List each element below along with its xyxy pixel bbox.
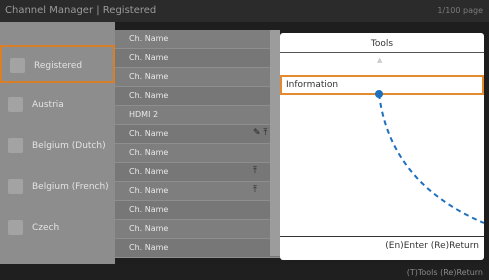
checkbox-icon[interactable] xyxy=(8,97,23,112)
country-label: Belgium (French) xyxy=(32,182,109,192)
popup-key-hints: (En)Enter (Re)Return xyxy=(385,241,479,251)
page-title: Channel Manager | Registered xyxy=(5,5,157,16)
channel-name: Ch. Name xyxy=(129,91,169,100)
country-item-czech[interactable]: Czech xyxy=(0,209,115,247)
channel-name: Ch. Name xyxy=(129,243,169,252)
channel-name: HDMI 2 xyxy=(129,110,159,119)
country-item-belgium-dutch[interactable]: Belgium (Dutch) xyxy=(0,127,115,165)
tools-popup: Tools ▲ Information (En)Enter (Re)Return xyxy=(280,33,484,260)
channel-row[interactable]: Ch. Name xyxy=(115,30,280,49)
channel-row[interactable]: Ch. Name xyxy=(115,68,280,87)
country-label: Austria xyxy=(32,100,64,110)
channel-name: Ch. Name xyxy=(129,186,169,195)
channel-name: Ch. Name xyxy=(129,148,169,157)
channel-row[interactable]: Ch. Name xyxy=(115,239,280,258)
channel-row[interactable]: Ch. Name xyxy=(115,144,280,163)
country-item-austria[interactable]: Austria xyxy=(0,86,115,124)
country-item-registered[interactable]: Registered xyxy=(0,45,115,83)
channel-row[interactable]: Ch. Name xyxy=(115,87,280,106)
channel-name: Ch. Name xyxy=(129,34,169,43)
channel-name: Ch. Name xyxy=(129,53,169,62)
channel-row[interactable]: Ch. Name xyxy=(115,49,280,68)
channel-name: Ch. Name xyxy=(129,167,169,176)
channel-list-edge xyxy=(270,30,280,256)
checkbox-icon[interactable] xyxy=(8,220,23,235)
checkbox-icon[interactable] xyxy=(8,138,23,153)
channel-row[interactable]: Ch. Name xyxy=(115,201,280,220)
channel-row[interactable]: Ch. Name ⤒ xyxy=(115,182,280,201)
channel-status-icons: ⤒ xyxy=(253,185,257,195)
country-item-belgium-french[interactable]: Belgium (French) xyxy=(0,168,115,206)
checkbox-icon[interactable] xyxy=(8,179,23,194)
channel-row[interactable]: Ch. Name ✎ ⤒ xyxy=(115,125,280,144)
channel-status-icons: ✎ ⤒ xyxy=(253,128,268,138)
title-bar: Channel Manager | Registered 1/100 page xyxy=(0,0,489,22)
page-indicator: 1/100 page xyxy=(437,6,483,15)
annotation-connector xyxy=(375,90,484,224)
country-label: Czech xyxy=(32,223,60,233)
footer-bar: (T)Tools (Re)Return xyxy=(0,264,489,280)
channel-name: Ch. Name xyxy=(129,224,169,233)
country-label: Registered xyxy=(34,61,83,71)
country-list: Registered Austria Belgium (Dutch) Belgi… xyxy=(0,22,115,279)
channel-row[interactable]: Ch. Name xyxy=(115,220,280,239)
checkbox-icon[interactable] xyxy=(10,58,25,73)
channel-status-icons: ⤒ xyxy=(253,166,257,176)
bottom-divider xyxy=(280,236,484,237)
footer-key-hints: (T)Tools (Re)Return xyxy=(406,268,483,277)
channel-list: Ch. Name Ch. Name Ch. Name Ch. Name HDMI… xyxy=(115,30,280,258)
channel-name: Ch. Name xyxy=(129,72,169,81)
country-label: Belgium (Dutch) xyxy=(32,141,106,151)
channel-name: Ch. Name xyxy=(129,129,169,138)
channel-row[interactable]: HDMI 2 xyxy=(115,106,280,125)
channel-name: Ch. Name xyxy=(129,205,169,214)
channel-row[interactable]: Ch. Name ⤒ xyxy=(115,163,280,182)
